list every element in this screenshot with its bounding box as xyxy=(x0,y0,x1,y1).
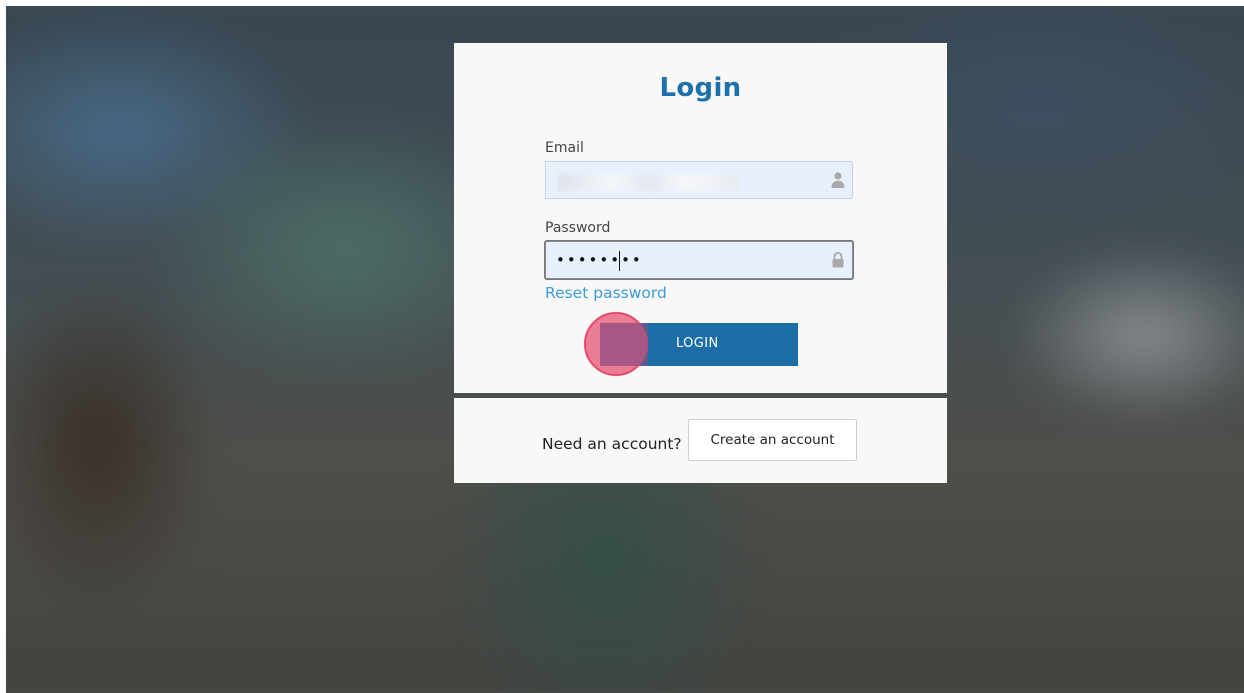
need-account-text: Need an account? xyxy=(542,435,682,453)
reset-password-link[interactable]: Reset password xyxy=(545,284,667,302)
click-indicator-square xyxy=(600,323,648,366)
login-screen: Login Email Password Reset password LOGI… xyxy=(6,6,1244,693)
login-title: Login xyxy=(659,73,742,103)
password-field[interactable] xyxy=(545,241,853,279)
create-account-button[interactable]: Create an account xyxy=(688,419,857,461)
email-field[interactable] xyxy=(545,161,853,199)
email-input[interactable] xyxy=(546,162,836,198)
user-icon xyxy=(831,172,845,188)
login-card: Login Email Password Reset password LOGI… xyxy=(454,43,947,393)
email-label: Email xyxy=(545,140,584,156)
text-caret xyxy=(619,251,620,271)
password-label: Password xyxy=(545,220,611,236)
lock-icon xyxy=(832,252,844,268)
password-input[interactable] xyxy=(546,242,836,278)
signup-card: Need an account? Create an account xyxy=(454,398,947,483)
login-button-label: LOGIN xyxy=(676,336,719,351)
